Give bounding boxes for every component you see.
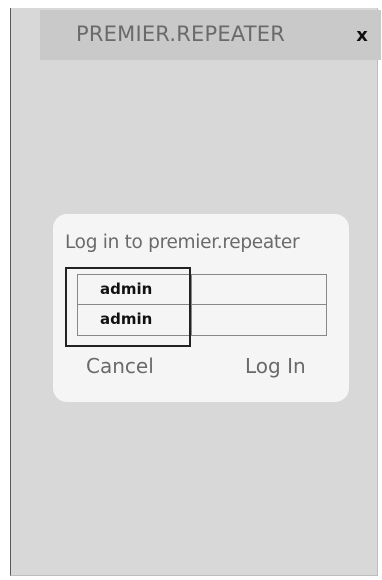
login-button[interactable]: Log In	[245, 354, 306, 378]
username-value: admin	[100, 280, 153, 298]
window-title: PREMIER.REPEATER	[76, 22, 286, 46]
close-icon[interactable]: x	[350, 24, 374, 48]
password-value: admin	[100, 310, 153, 328]
field-divider	[191, 274, 192, 336]
username-field[interactable]: admin	[78, 275, 326, 305]
dialog-title: Log in to premier.repeater	[65, 232, 300, 253]
login-dialog: Log in to premier.repeater admin admin C…	[53, 214, 349, 402]
cancel-button[interactable]: Cancel	[86, 354, 154, 378]
title-bar: PREMIER.REPEATER	[40, 10, 381, 60]
password-field[interactable]: admin	[78, 305, 326, 335]
credentials-fields: admin admin	[77, 274, 327, 336]
